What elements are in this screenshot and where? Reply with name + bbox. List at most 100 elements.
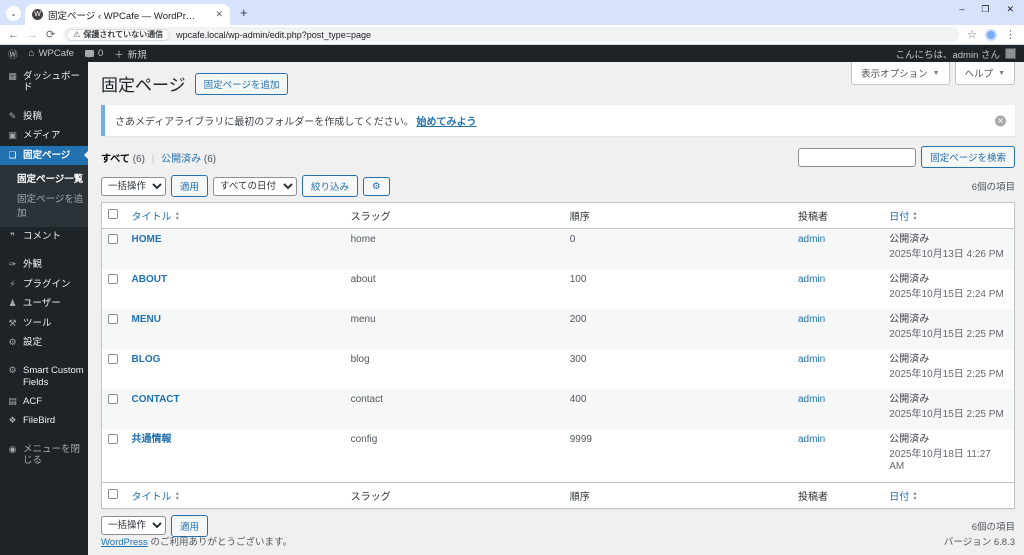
sidebar-subitem-page-list[interactable]: 固定ページ一覧 [0, 168, 88, 188]
sidebar-item-settings[interactable]: ⚙ 設定 [0, 333, 88, 352]
gear-button[interactable]: ⚙ [363, 176, 390, 196]
date-text: 2025年10月15日 2:25 PM [889, 328, 1004, 340]
dismiss-notice-icon[interactable]: ✕ [995, 115, 1006, 126]
wordpress-link[interactable]: WordPress [101, 537, 148, 548]
author-link[interactable]: admin [798, 354, 825, 365]
select-all-checkbox[interactable] [108, 209, 118, 219]
page-title-link[interactable]: MENU [132, 314, 161, 325]
screen-options-label: 表示オプション [861, 69, 928, 80]
bulk-action-select-bottom[interactable]: 一括操作 [101, 516, 166, 535]
users-icon: ♟ [8, 298, 17, 309]
author-link[interactable]: admin [798, 434, 825, 445]
date-filter-select[interactable]: すべての日付 [213, 176, 298, 196]
comments-icon: ❞ [10, 230, 15, 241]
page-title-link[interactable]: CONTACT [132, 394, 180, 405]
sidebar-item-pages[interactable]: ❏ 固定ページ [0, 145, 88, 165]
slug-cell: about [350, 274, 376, 285]
browser-menu-icon[interactable]: ⋮ [1005, 28, 1016, 41]
home-icon: ⌂ [28, 48, 35, 59]
acf-icon: ▤ [8, 396, 17, 407]
browser-tab[interactable]: W 固定ページ ‹ WPCafe — WordPr… ✕ [25, 4, 230, 25]
filter-published-link[interactable]: 公開済み [161, 154, 201, 165]
apply-button[interactable]: 適用 [171, 175, 209, 197]
row-checkbox[interactable] [108, 394, 118, 404]
comments-link[interactable]: 0 [84, 48, 103, 59]
author-link[interactable]: admin [798, 234, 825, 245]
site-name-link[interactable]: ⌂ WPCafe [29, 48, 74, 59]
sidebar-item-posts[interactable]: ✎ 投稿 [0, 107, 88, 126]
tab-close-icon[interactable]: ✕ [215, 9, 223, 20]
sidebar-item-plugins[interactable]: ⚡ プラグイン [0, 275, 88, 294]
profile-avatar[interactable] [985, 28, 997, 41]
minimize-button[interactable]: – [959, 4, 964, 14]
help-button[interactable]: ヘルプ ▼ [954, 62, 1015, 85]
author-link[interactable]: admin [798, 274, 825, 285]
status-text: 公開済み [889, 434, 930, 445]
filter-all-link[interactable]: すべて [101, 154, 130, 165]
page-title-link[interactable]: HOME [132, 234, 162, 245]
sidebar-item-smart-custom-fields[interactable]: ⚙ Smart Custom Fields [0, 361, 88, 392]
row-checkbox[interactable] [108, 434, 118, 444]
sort-icon: ▲ ▼ [174, 211, 180, 223]
close-window-button[interactable]: ✕ [1006, 4, 1014, 15]
select-all-checkbox[interactable] [108, 488, 118, 499]
dashboard-icon: ▦ [8, 71, 17, 81]
order-cell: 0 [569, 234, 576, 245]
sidebar-item-dashboard[interactable]: ▦ ダッシュボード [0, 67, 88, 98]
admin-sidebar: ▦ ダッシュボード ✎ 投稿 ▣ メディア ❏ 固定ページ 固定ページ一覧 固定… [0, 62, 88, 555]
chevron-down-icon[interactable]: ⌄ [6, 6, 21, 21]
table-row: MENU menu 200 admin 公開済み 2025年10月15日 2:25… [101, 309, 1015, 349]
chevron-down-icon: ▼ [932, 69, 940, 77]
column-footer-order: 順序 [563, 481, 792, 508]
reload-icon[interactable]: ⟳ [46, 28, 55, 41]
column-header-date[interactable]: 日付 ▲ ▼ [883, 202, 1015, 229]
search-input[interactable] [798, 147, 917, 167]
sidebar-item-collapse-menu[interactable]: ◉ メニューを閉じる [0, 440, 88, 471]
author-link[interactable]: admin [798, 314, 825, 325]
column-footer-slug: スラッグ [344, 481, 564, 508]
notice-action-link[interactable]: 始めてみよう [416, 117, 476, 128]
sidebar-item-comments[interactable]: ❞ コメント [0, 227, 88, 246]
bulk-action-select[interactable]: 一括操作 [101, 176, 166, 196]
sidebar-item-label: メニューを閉じる [23, 443, 81, 467]
pages-table: タイトル ▲ ▼ スラッグ 順序 投稿者 日付 ▲ ▼ HOME home 0 admi… [101, 202, 1015, 509]
sort-icon: ▲ ▼ [912, 211, 918, 223]
page-title-link[interactable]: ABOUT [132, 274, 168, 285]
address-bar[interactable]: ⚠ 保護されていない通信 wpcafe.local/wp-admin/edit.… [63, 27, 960, 42]
sidebar-item-media[interactable]: ▣ メディア [0, 126, 88, 145]
filter-button[interactable]: 絞り込み [302, 175, 359, 197]
settings-icon: ⚙ [8, 336, 17, 347]
greeting-text[interactable]: こんにちは、admin さん [895, 47, 1000, 61]
row-checkbox[interactable] [108, 354, 118, 364]
restore-button[interactable]: ❐ [981, 4, 989, 15]
column-footer-title[interactable]: タイトル ▲ ▼ [125, 481, 345, 508]
row-checkbox[interactable] [108, 234, 118, 244]
back-icon[interactable]: ← [8, 29, 19, 41]
sidebar-item-tools[interactable]: ⚒ ツール [0, 314, 88, 333]
sidebar-subitem-add-page[interactable]: 固定ページを追加 [0, 188, 88, 222]
url-text[interactable]: wpcafe.local/wp-admin/edit.php?post_type… [176, 30, 371, 40]
bookmark-star-icon[interactable]: ☆ [967, 28, 977, 41]
row-checkbox[interactable] [108, 274, 118, 284]
column-footer-date[interactable]: 日付 ▲ ▼ [883, 481, 1015, 508]
add-page-button[interactable]: 固定ページを追加 [194, 72, 289, 95]
wordpress-logo-icon[interactable]: Ⓦ [8, 47, 18, 61]
new-content-link[interactable]: ＋ 新規 [114, 47, 147, 61]
security-chip[interactable]: ⚠ 保護されていない通信 [66, 28, 171, 41]
footer-thanks-text: のご利用ありがとうございます。 [147, 537, 293, 548]
author-link[interactable]: admin [798, 394, 825, 405]
search-pages-button[interactable]: 固定ページを検索 [921, 146, 1015, 168]
forward-icon[interactable]: → [27, 29, 38, 41]
screen-options-button[interactable]: 表示オプション ▼ [851, 62, 950, 85]
site-name-label: WPCafe [38, 48, 74, 59]
new-tab-button[interactable]: + [240, 5, 248, 20]
sidebar-item-appearance[interactable]: ✑ 外観 [0, 255, 88, 274]
page-title-link[interactable]: BLOG [132, 354, 161, 365]
page-title-link[interactable]: 共通情報 [132, 434, 172, 445]
order-cell: 400 [569, 394, 587, 405]
sidebar-item-filebird[interactable]: ❖ FileBird [0, 411, 88, 430]
sidebar-item-acf[interactable]: ▤ ACF [0, 392, 88, 411]
row-checkbox[interactable] [108, 314, 118, 324]
column-header-title[interactable]: タイトル ▲ ▼ [125, 202, 345, 229]
sidebar-item-users[interactable]: ♟ ユーザー [0, 294, 88, 313]
